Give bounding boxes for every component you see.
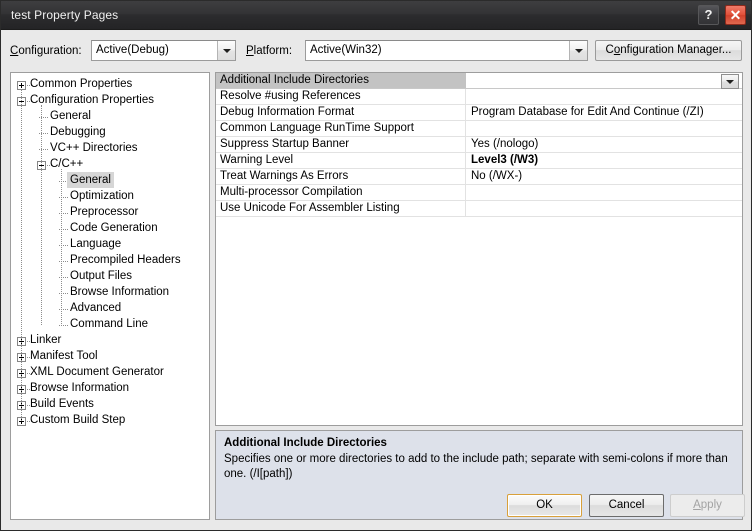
tree-item-label: Debugging	[50, 126, 106, 138]
property-value[interactable]	[467, 201, 742, 216]
platform-value: Active(Win32)	[310, 44, 382, 56]
property-row[interactable]: Additional Include Directories	[216, 73, 742, 89]
tree-item-label: Configuration Properties	[30, 94, 155, 106]
property-name: Warning Level	[216, 153, 466, 168]
tree-item-label: Language	[70, 238, 122, 250]
tree-item-label: Preprocessor	[70, 206, 139, 218]
tree-item-label: Browse Information	[30, 382, 130, 394]
tree-item-label: Manifest Tool	[30, 350, 98, 362]
property-row[interactable]: Multi-processor Compilation	[216, 185, 742, 201]
chevron-down-icon[interactable]	[217, 41, 235, 60]
property-pages-dialog: test Property Pages ? ✕ Configuration: A…	[0, 0, 752, 531]
property-row[interactable]: Common Language RunTime Support	[216, 121, 742, 137]
property-value[interactable]	[467, 185, 742, 200]
close-icon[interactable]: ✕	[725, 5, 746, 25]
property-name: Resolve #using References	[216, 89, 466, 104]
dialog-client-area: Configuration: Active(Debug) Platform: A…	[2, 31, 750, 530]
property-value[interactable]: No (/WX-)	[467, 169, 742, 184]
tree-item-label: Precompiled Headers	[70, 254, 181, 266]
platform-label: Platform:	[246, 45, 293, 57]
property-value[interactable]: Level3 (/W3)	[467, 153, 742, 168]
description-title: Additional Include Directories	[224, 437, 387, 449]
cancel-button[interactable]: Cancel	[589, 494, 664, 517]
tree-item-label: C/C++	[50, 158, 84, 170]
property-row[interactable]: Resolve #using References	[216, 89, 742, 105]
tree-item-label: Advanced	[70, 302, 122, 314]
tree-item-label: VC++ Directories	[50, 142, 138, 154]
tree-item-custom-build-step[interactable]: Custom Build Step	[11, 413, 209, 429]
property-value[interactable]	[467, 121, 742, 136]
tree-connector	[41, 105, 43, 325]
help-icon[interactable]: ?	[698, 5, 719, 25]
tree-item-xml-document-generator[interactable]: XML Document Generator	[11, 365, 209, 381]
tree-item-label: Command Line	[70, 318, 148, 330]
description-body: Specifies one or more directories to add…	[224, 453, 728, 480]
configuration-combobox[interactable]: Active(Debug)	[91, 40, 236, 61]
property-value[interactable]	[467, 73, 742, 88]
tree-item-label: XML Document Generator	[30, 366, 164, 378]
property-value[interactable]: Yes (/nologo)	[467, 137, 742, 152]
property-name: Suppress Startup Banner	[216, 137, 466, 152]
property-row[interactable]: Warning Level Level3 (/W3)	[216, 153, 742, 169]
configuration-manager-button[interactable]: Configuration Manager...	[595, 40, 742, 61]
property-value[interactable]	[467, 89, 742, 104]
property-row[interactable]: Suppress Startup Banner Yes (/nologo)	[216, 137, 742, 153]
property-grid[interactable]: Additional Include Directories Resolve #u…	[215, 72, 743, 426]
tree-item-label: Code Generation	[70, 222, 158, 234]
title-bar: test Property Pages ? ✕	[1, 1, 751, 30]
property-name: Common Language RunTime Support	[216, 121, 466, 136]
tree-item-linker[interactable]: Linker	[11, 333, 209, 349]
configuration-value: Active(Debug)	[96, 44, 169, 56]
tree-item-manifest-tool[interactable]: Manifest Tool	[11, 349, 209, 365]
property-row[interactable]: Debug Information Format Program Database…	[216, 105, 742, 121]
tree-item-browse-information[interactable]: Browse Information	[11, 381, 209, 397]
property-name: Treat Warnings As Errors	[216, 169, 466, 184]
tree-item-label: Custom Build Step	[30, 414, 126, 426]
property-name: Use Unicode For Assembler Listing	[216, 201, 466, 216]
tree-item-label: General	[67, 172, 114, 188]
tree-item-label: Optimization	[70, 190, 134, 202]
property-row[interactable]: Treat Warnings As Errors No (/WX-)	[216, 169, 742, 185]
chevron-down-icon[interactable]	[569, 41, 587, 60]
tree-item-common-properties[interactable]: Common Properties	[11, 77, 209, 93]
configuration-label: Configuration:	[10, 45, 82, 57]
tree-item-label: Build Events	[30, 398, 94, 410]
chevron-down-icon[interactable]	[721, 74, 739, 89]
tree-item-label: Common Properties	[30, 78, 133, 90]
properties-tree[interactable]: Common Properties Configuration Propertie…	[10, 72, 210, 520]
tree-connector	[21, 89, 23, 421]
window-title: test Property Pages	[11, 8, 119, 22]
tree-item-label: General	[50, 110, 91, 122]
platform-combobox[interactable]: Active(Win32)	[305, 40, 588, 61]
property-row[interactable]: Use Unicode For Assembler Listing	[216, 201, 742, 217]
apply-button: Apply	[670, 494, 745, 517]
tree-connector	[61, 169, 63, 324]
ok-button[interactable]: OK	[507, 494, 582, 517]
property-name: Additional Include Directories	[216, 73, 466, 88]
tree-item-label: Output Files	[70, 270, 132, 282]
tree-item-build-events[interactable]: Build Events	[11, 397, 209, 413]
tree-item-label: Linker	[30, 334, 62, 346]
property-name: Multi-processor Compilation	[216, 185, 466, 200]
tree-item-label: Browse Information	[70, 286, 170, 298]
property-name: Debug Information Format	[216, 105, 466, 120]
property-value[interactable]: Program Database for Edit And Continue (…	[467, 105, 742, 120]
configuration-toolbar: Configuration: Active(Debug) Platform: A…	[2, 40, 750, 64]
